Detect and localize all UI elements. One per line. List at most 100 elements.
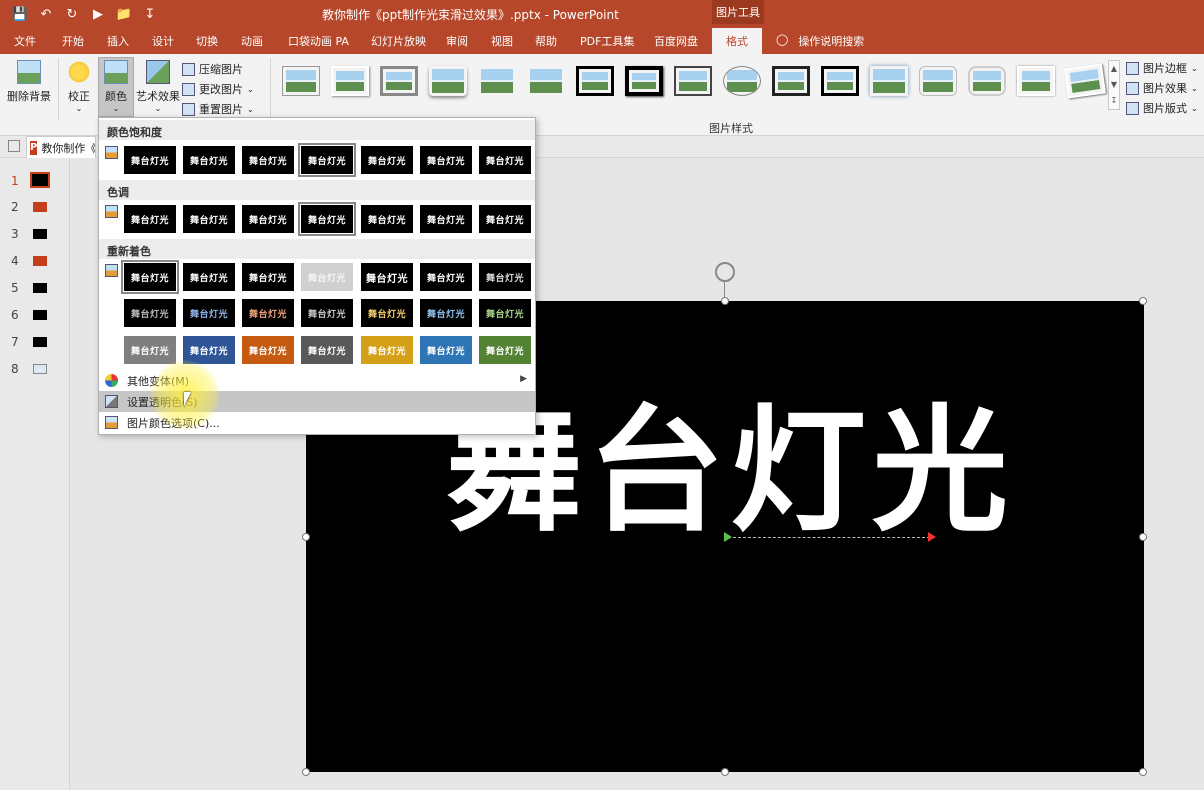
saturation-swatch-selected[interactable]: 舞台灯光 — [298, 143, 356, 177]
recolor-swatch[interactable]: 舞台灯光 — [479, 299, 531, 327]
motion-path-start-icon[interactable] — [724, 532, 732, 542]
picture-layout-button[interactable]: 图片版式 ⌄ — [1126, 98, 1198, 118]
color-button-content[interactable]: 颜色 ⌄ — [100, 60, 132, 113]
tab-pocket-animation[interactable]: 口袋动画 PA — [288, 33, 349, 49]
tone-swatch[interactable]: 舞台灯光 — [242, 205, 294, 233]
recolor-swatch[interactable]: 舞台灯光 — [183, 263, 235, 291]
picture-style-12[interactable] — [821, 66, 859, 96]
tell-me-search[interactable]: ◯ 操作说明搜索 — [776, 33, 864, 49]
picture-style-2[interactable] — [331, 66, 369, 96]
open-icon[interactable]: 📁 — [114, 4, 134, 24]
redo-icon[interactable]: ↻ — [62, 4, 82, 24]
picture-style-3[interactable] — [380, 66, 418, 96]
picture-style-15[interactable] — [968, 66, 1006, 96]
picture-style-14[interactable] — [919, 66, 957, 96]
more-variations-item[interactable]: 其他变体(M) ▶ — [99, 370, 535, 391]
motion-path-end-icon[interactable] — [928, 532, 936, 542]
picture-style-9[interactable] — [674, 66, 712, 96]
tab-help[interactable]: 帮助 — [535, 33, 557, 49]
recolor-swatch[interactable]: 舞台灯光 — [420, 263, 472, 291]
picture-style-13[interactable] — [870, 66, 908, 96]
saturation-swatch[interactable]: 舞台灯光 — [124, 146, 176, 174]
recolor-swatch[interactable]: 舞台灯光 — [420, 336, 472, 364]
slideshow-icon[interactable]: ▶ — [88, 4, 108, 24]
saturation-swatch[interactable]: 舞台灯光 — [420, 146, 472, 174]
recolor-swatch[interactable]: 舞台灯光 — [301, 263, 353, 291]
recolor-swatch-selected[interactable]: 舞台灯光 — [121, 260, 179, 294]
tab-animations[interactable]: 动画 — [241, 33, 263, 49]
slide-thumb-1[interactable]: 1 — [0, 170, 70, 192]
slide-thumb-7[interactable]: 7 — [0, 331, 70, 353]
resize-handle-right[interactable] — [1139, 533, 1147, 541]
save-icon[interactable]: 💾 — [10, 4, 30, 24]
tone-swatch-selected[interactable]: 舞台灯光 — [298, 202, 356, 236]
tone-swatch[interactable]: 舞台灯光 — [124, 205, 176, 233]
slide-thumb-5[interactable]: 5 — [0, 277, 70, 299]
tab-transitions[interactable]: 切换 — [196, 33, 218, 49]
picture-color-options-item[interactable]: 图片颜色选项(C)... — [99, 412, 535, 433]
tab-baidu-netdisk[interactable]: 百度网盘 — [654, 33, 698, 49]
recolor-swatch[interactable]: 舞台灯光 — [242, 263, 294, 291]
tab-review[interactable]: 审阅 — [446, 33, 468, 49]
slide-thumb-3[interactable]: 3 — [0, 223, 70, 245]
saturation-swatch[interactable]: 舞台灯光 — [242, 146, 294, 174]
tab-design[interactable]: 设计 — [152, 33, 174, 49]
rotate-handle[interactable] — [715, 262, 735, 282]
customize-icon[interactable]: ↧ — [140, 4, 160, 24]
saturation-swatch[interactable]: 舞台灯光 — [361, 146, 413, 174]
resize-handle-bottom-left[interactable] — [302, 768, 310, 776]
tab-file[interactable]: 文件 — [14, 33, 36, 49]
recolor-swatch[interactable]: 舞台灯光 — [183, 336, 235, 364]
resize-handle-bottom-right[interactable] — [1139, 768, 1147, 776]
undo-icon[interactable]: ↶ — [36, 4, 56, 24]
picture-style-4[interactable] — [429, 66, 467, 96]
resize-handle-top-right[interactable] — [1139, 297, 1147, 305]
compress-pictures-button[interactable]: 压缩图片 — [182, 59, 254, 79]
tab-format[interactable]: 格式 — [712, 28, 762, 54]
tone-swatch[interactable]: 舞台灯光 — [361, 205, 413, 233]
saturation-swatch[interactable]: 舞台灯光 — [183, 146, 235, 174]
tab-pdf-tools[interactable]: PDF工具集 — [580, 33, 634, 49]
gallery-scroll[interactable]: ▲ ▼ ↧ — [1108, 60, 1120, 110]
picture-border-button[interactable]: 图片边框 ⌄ — [1126, 58, 1198, 78]
picture-style-11[interactable] — [772, 66, 810, 96]
slide-thumb-2[interactable]: 2 — [0, 196, 70, 218]
document-tab[interactable]: P 教你制作《 — [26, 136, 96, 158]
slide-thumb-8[interactable]: 8 — [0, 358, 70, 380]
picture-style-10[interactable] — [723, 66, 761, 96]
tone-swatch[interactable]: 舞台灯光 — [479, 205, 531, 233]
resize-handle-bottom[interactable] — [721, 768, 729, 776]
pane-icon[interactable] — [8, 140, 20, 152]
tab-insert[interactable]: 插入 — [107, 33, 129, 49]
tab-home[interactable]: 开始 — [62, 33, 84, 49]
recolor-swatch[interactable]: 舞台灯光 — [124, 299, 176, 327]
tone-swatch[interactable]: 舞台灯光 — [183, 205, 235, 233]
recolor-swatch[interactable]: 舞台灯光 — [242, 299, 294, 327]
picture-style-16[interactable] — [1017, 66, 1055, 96]
recolor-swatch[interactable]: 舞台灯光 — [361, 263, 413, 291]
corrections-button[interactable]: 校正 ⌄ — [64, 60, 94, 113]
recolor-swatch[interactable]: 舞台灯光 — [361, 299, 413, 327]
tab-view[interactable]: 视图 — [491, 33, 513, 49]
recolor-swatch[interactable]: 舞台灯光 — [242, 336, 294, 364]
picture-style-17[interactable] — [1064, 63, 1106, 99]
picture-style-1[interactable] — [282, 66, 320, 96]
tone-swatch[interactable]: 舞台灯光 — [420, 205, 472, 233]
recolor-swatch[interactable]: 舞台灯光 — [301, 336, 353, 364]
motion-path-line[interactable] — [728, 537, 930, 538]
recolor-swatch[interactable]: 舞台灯光 — [361, 336, 413, 364]
set-transparent-color-item[interactable]: 设置透明色(S) — [99, 391, 535, 412]
change-picture-button[interactable]: 更改图片 ⌄ — [182, 79, 254, 99]
picture-style-8[interactable] — [625, 66, 663, 96]
recolor-swatch[interactable]: 舞台灯光 — [301, 299, 353, 327]
slide-thumb-4[interactable]: 4 — [0, 250, 70, 272]
picture-effects-button[interactable]: 图片效果 ⌄ — [1126, 78, 1198, 98]
saturation-swatch[interactable]: 舞台灯光 — [479, 146, 531, 174]
recolor-swatch[interactable]: 舞台灯光 — [420, 299, 472, 327]
picture-style-6[interactable] — [527, 66, 565, 96]
artistic-effects-button[interactable]: 艺术效果 ⌄ — [136, 60, 180, 113]
tab-slideshow[interactable]: 幻灯片放映 — [371, 33, 426, 49]
reset-picture-button[interactable]: 重置图片 ⌄ — [182, 99, 254, 119]
picture-style-5[interactable] — [478, 66, 516, 96]
resize-handle-left[interactable] — [302, 533, 310, 541]
